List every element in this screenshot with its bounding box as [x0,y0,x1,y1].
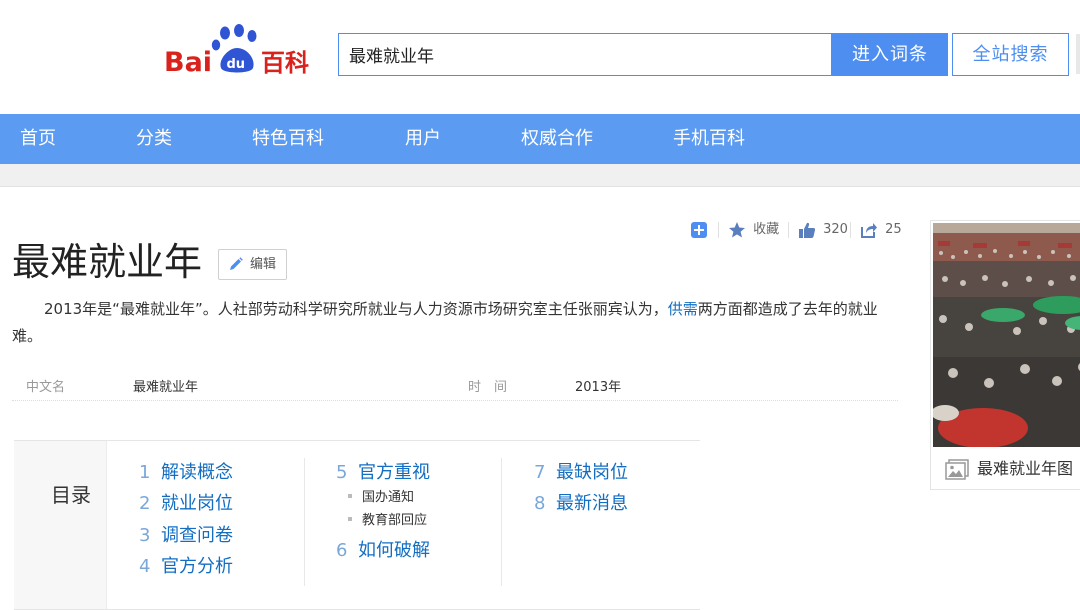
search-box[interactable] [338,33,832,76]
info-key-chinese-name: 中文名 [26,380,66,395]
pencil-icon [230,257,243,270]
album-card[interactable]: 最难就业年图 [930,220,1080,490]
entry-summary: 2013年是“最难就业年”。人社部劳动科学研究所就业与人力资源市场研究室主任张丽… [12,296,898,350]
edit-button[interactable]: 编辑 [218,249,287,280]
catalog-item[interactable]: 1 解读概念 [139,461,233,485]
nav-item-partners[interactable]: 权威合作 [521,114,593,164]
bullet-icon [348,493,352,498]
catalog-item[interactable]: 6 如何破解 [336,539,430,563]
summary-link-supply-demand[interactable]: 供需 [668,300,698,318]
table-of-contents: 目录 1 解读概念 2 就业岗位 3 调查问卷 4 官方分析 5 官方重视 国办通知 教育… [14,440,700,610]
catalog-item[interactable]: 4 官方分析 [139,555,233,579]
plus-icon [691,221,707,238]
catalog-subitem[interactable]: 教育部回应 [348,512,427,530]
info-value-chinese-name: 最难就业年 [133,380,199,395]
share-button[interactable]: 25 [860,218,902,242]
svg-text:百科: 百科 [261,49,309,76]
catalog-subitem[interactable]: 国办通知 [348,489,414,507]
catalog-item[interactable]: 7 最缺岗位 [534,461,628,485]
tool-divider [788,222,789,238]
info-key-time: 时 间 [468,380,508,395]
tool-divider [718,222,719,238]
nav-item-users[interactable]: 用户 [405,114,441,164]
like-count: 320 [823,222,848,237]
thumbs-up-icon [799,222,816,238]
edit-label: 编辑 [250,257,277,272]
sub-bar [0,164,1080,187]
nav-item-mobile[interactable]: 手机百科 [673,114,745,164]
enter-entry-button[interactable]: 进入词条 [832,33,948,76]
nav-item-featured[interactable]: 特色百科 [252,114,324,164]
summary-text-1: 2013年是“最难就业年”。人社部劳动科学研究所就业与人力资源市场研究室主任张丽… [44,300,668,318]
catalog-item[interactable]: 5 官方重视 [336,461,430,485]
svg-text:Bai: Bai [164,47,212,76]
gallery-icon [945,458,969,480]
catalog-item[interactable]: 3 调查问卷 [139,524,233,548]
basic-info: 中文名 最难就业年 时 间 2013年 [12,370,898,401]
catalog-item[interactable]: 8 最新消息 [534,492,628,516]
share-icon [861,222,877,238]
like-button[interactable]: 320 [798,218,848,242]
favorite-label: 收藏 [753,222,780,237]
catalog-column-divider [501,458,502,586]
edge-divider [1076,34,1080,74]
baidu-baike-logo[interactable]: du Bai 百科 [164,24,319,76]
catalog-column-divider [304,458,305,586]
album-caption-text: 最难就业年图 [977,459,1074,478]
tool-divider [850,222,851,238]
page-title: 最难就业年 [12,240,203,284]
nav-item-category[interactable]: 分类 [136,114,172,164]
bullet-icon [348,516,352,521]
search-input[interactable] [339,34,831,75]
catalog-label: 目录 [51,483,91,507]
favorite-button[interactable]: 收藏 [728,218,779,242]
nav-item-home[interactable]: 首页 [20,114,56,164]
main-nav: 首页 分类 特色百科 用户 权威合作 手机百科 [0,114,1080,164]
info-value-time: 2013年 [575,380,622,395]
search-all-button[interactable]: 全站搜索 [952,33,1069,76]
svg-text:du: du [227,57,246,72]
crowd-photo[interactable] [933,223,1080,447]
album-caption[interactable]: 最难就业年图 [945,455,1073,481]
catalog-label-box: 目录 [14,441,107,609]
catalog-item[interactable]: 2 就业岗位 [139,492,233,516]
add-button[interactable] [690,218,708,242]
star-icon [729,221,745,237]
share-count: 25 [885,222,902,237]
